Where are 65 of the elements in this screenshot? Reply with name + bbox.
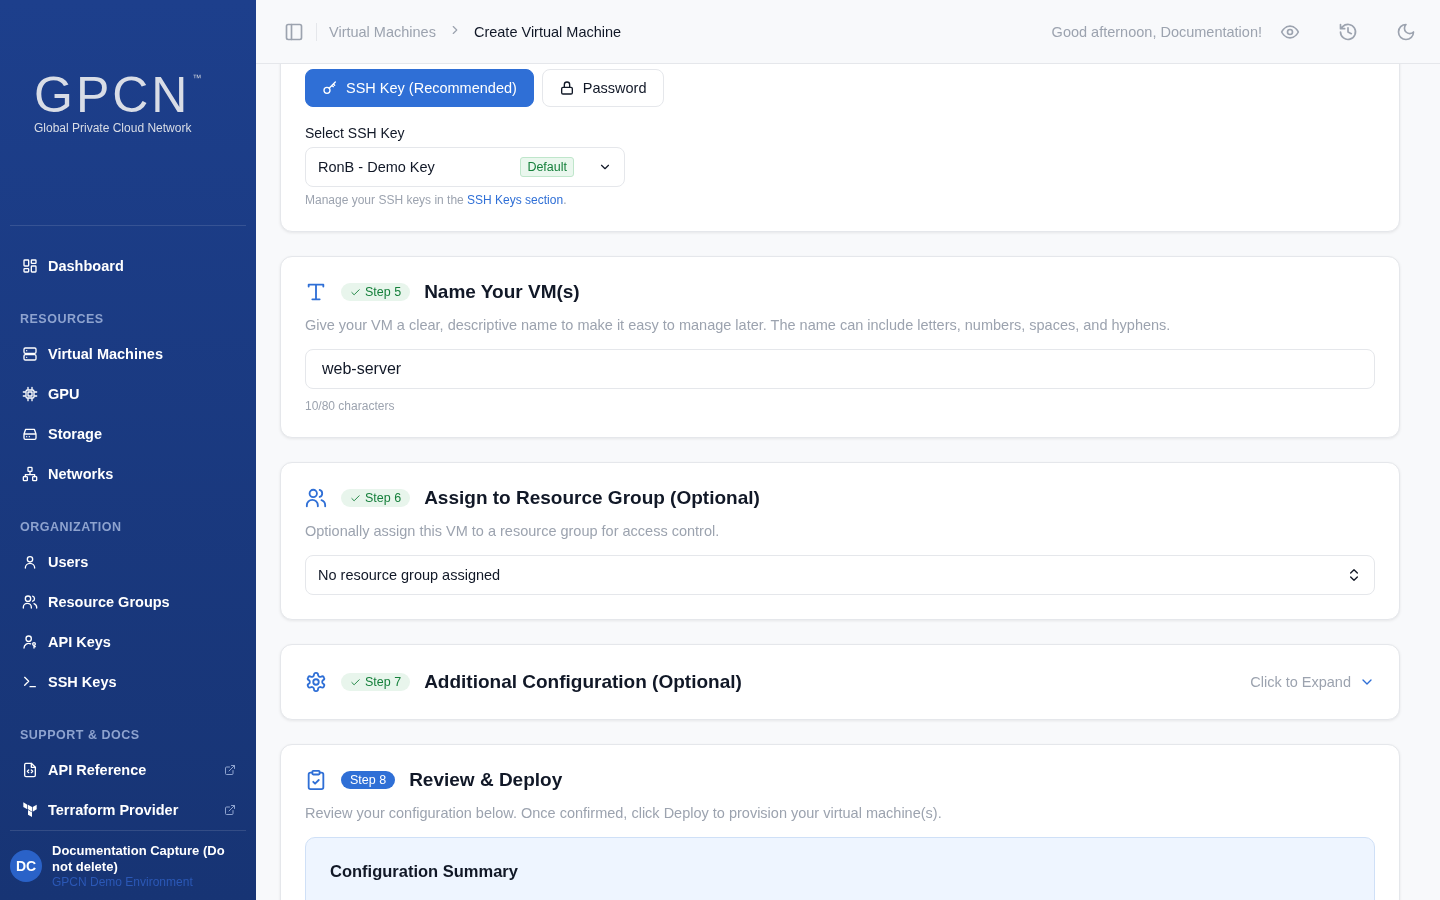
lock-icon xyxy=(558,80,575,96)
vm-name-field[interactable]: web-server xyxy=(305,349,1375,389)
chip-icon xyxy=(22,386,38,403)
section-title: Additional Configuration (Optional) xyxy=(424,671,742,693)
nav-item[interactable]: GPU xyxy=(10,374,246,415)
nav-item[interactable]: Users xyxy=(10,542,246,583)
field-label: Select SSH Key xyxy=(305,125,406,141)
nav-item[interactable]: Networks xyxy=(10,454,246,495)
sidebar-toggle[interactable] xyxy=(284,21,304,42)
check-icon xyxy=(350,492,361,504)
users-icon xyxy=(305,487,327,509)
users-icon xyxy=(22,594,38,611)
character-count: 10/80 characters xyxy=(305,399,396,413)
nav-item[interactable]: API Keys xyxy=(10,622,246,663)
terraform-icon xyxy=(22,802,38,819)
nav-item[interactable]: Storage xyxy=(10,414,246,455)
user-key-icon xyxy=(22,634,38,651)
moon-icon[interactable] xyxy=(1396,21,1416,42)
logo-tagline: Global Private Cloud Network xyxy=(34,120,193,135)
nav-item[interactable]: Dashboard xyxy=(10,246,246,287)
nav-section-heading: RESOURCES xyxy=(19,311,105,329)
grid-icon xyxy=(22,258,38,275)
server-icon xyxy=(22,346,38,363)
settings-icon xyxy=(305,671,327,693)
resource-group-select[interactable]: No resource group assigned xyxy=(305,555,1375,595)
nav-item[interactable]: Virtual Machines xyxy=(10,334,246,375)
auth-option[interactable]: Password xyxy=(541,69,664,107)
text-icon xyxy=(305,281,327,303)
network-icon xyxy=(22,466,38,483)
nav-section-heading: ORGANIZATION xyxy=(19,519,123,537)
ssh-key-select[interactable]: RonB - Demo Key Default xyxy=(305,147,625,187)
check-icon xyxy=(350,676,361,688)
step-badge: Step 5 xyxy=(341,283,411,301)
history-icon[interactable] xyxy=(1338,21,1358,42)
user-name: Documentation Capture (Do not delete) xyxy=(52,842,226,875)
key-icon xyxy=(322,80,338,96)
section-description: Give your VM a clear, descriptive name to make it easy to manage later. The name can include letters, numbers, spaces, and hyphens. xyxy=(305,317,1172,333)
section-title: Assign to Resource Group (Optional) xyxy=(424,487,760,509)
user-avatar[interactable]: DC xyxy=(10,849,42,882)
logo-wordmark: GPCN xyxy=(34,72,191,117)
nav-item[interactable]: Terraform Provider xyxy=(10,790,246,831)
file-code-icon xyxy=(22,762,38,779)
nav-section-heading: SUPPORT & DOCS xyxy=(19,727,141,745)
help-text: Manage your SSH keys in the SSH Keys section. xyxy=(305,193,568,207)
step-badge: Step 7 xyxy=(341,673,411,691)
auth-option[interactable]: SSH Key (Recommended) xyxy=(305,69,534,107)
section-title: Name Your VM(s) xyxy=(424,281,580,303)
nav-item[interactable]: SSH Keys xyxy=(10,662,246,703)
check-icon xyxy=(350,286,361,298)
step-badge: Step 6 xyxy=(341,489,411,507)
greeting: Good afternoon, Documentation! xyxy=(1051,23,1262,40)
step-badge: Step 8 xyxy=(341,771,396,789)
nav-item[interactable]: API Reference xyxy=(10,750,246,791)
sidebar-toggle-icon xyxy=(284,21,304,42)
section-description: Review your configuration below. Once confirmed, click Deploy to provision your virtual machine(s). xyxy=(305,805,943,821)
trademark: ™ xyxy=(192,72,202,83)
nav-item[interactable]: Resource Groups xyxy=(10,582,246,623)
breadcrumb-item: Create Virtual Machine xyxy=(473,23,622,40)
drive-icon xyxy=(22,426,38,443)
user-icon xyxy=(22,554,38,571)
section-description: Optionally assign this VM to a resource group for access control. xyxy=(305,523,721,539)
section-title: Review & Deploy xyxy=(409,769,563,791)
organization-name: GPCN Demo Environment xyxy=(52,874,194,889)
clipboard-check-icon xyxy=(305,769,327,791)
summary-title: Configuration Summary xyxy=(330,862,519,881)
